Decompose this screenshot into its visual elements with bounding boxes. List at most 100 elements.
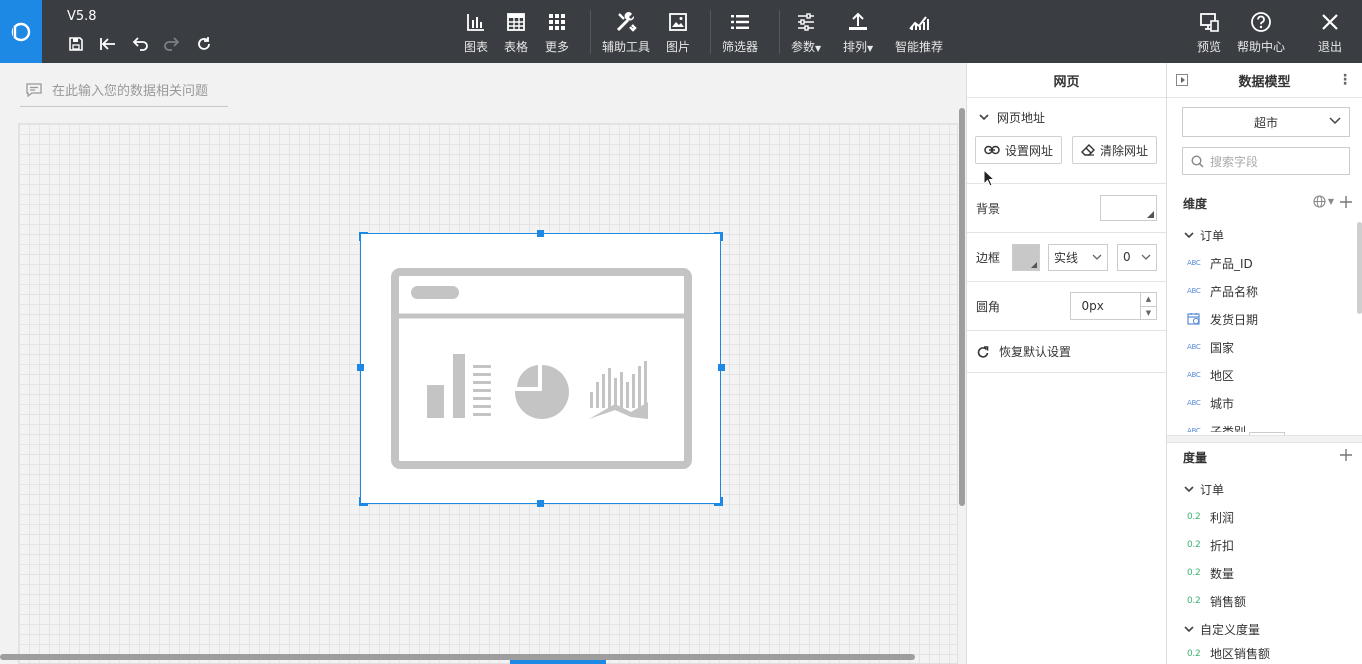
more-options-icon[interactable]: ⋮ [1338, 72, 1352, 88]
smart-recommend-button[interactable]: 智能推荐 [895, 0, 943, 63]
text-type-icon: ABC [1187, 371, 1201, 379]
dropdown-caret-icon: ▼ [815, 44, 822, 53]
resize-handle[interactable] [718, 364, 725, 371]
list-item[interactable]: ABC 地区 [1167, 361, 1362, 389]
link-icon [984, 145, 1000, 155]
preview-button[interactable]: 预览 [1197, 0, 1221, 63]
ask-question-input[interactable]: 在此输入您的数据相关问题 [20, 73, 228, 107]
resize-handle[interactable] [714, 497, 723, 506]
add-icon[interactable] [1340, 449, 1352, 461]
webpage-widget[interactable] [360, 233, 721, 504]
number-type-icon: 0.2 [1187, 540, 1201, 550]
border-style-select[interactable]: 实线 [1048, 243, 1108, 271]
list-item[interactable]: 发货日期 [1167, 305, 1362, 333]
refresh-icon[interactable] [192, 34, 216, 54]
list-item[interactable]: 0.2 销售额 [1167, 587, 1362, 615]
image-button[interactable]: 图片 [666, 0, 690, 63]
eraser-icon [1081, 144, 1096, 156]
undo-icon[interactable] [128, 34, 152, 54]
resize-handle[interactable] [537, 500, 544, 507]
list-item[interactable]: 0.2 数量 [1167, 559, 1362, 587]
measures-header: 度量 [1167, 441, 1362, 473]
smart-recommend-label: 智能推荐 [895, 40, 944, 54]
resize-handle[interactable] [537, 230, 544, 237]
more-button[interactable]: 更多 [545, 0, 569, 63]
app-version: V5.8 [67, 9, 97, 24]
help-icon [1251, 12, 1271, 32]
list-item[interactable]: ABC 产品_ID [1167, 249, 1362, 277]
arrange-label: 排列▼ [843, 40, 874, 54]
exit-back-icon[interactable] [96, 34, 120, 54]
measure-folder-custom[interactable]: 自定义度量 [1167, 615, 1362, 643]
sliders-icon [798, 13, 815, 31]
text-type-icon: ABC [1187, 427, 1201, 432]
stepper-down-icon[interactable]: ▼ [1141, 305, 1156, 320]
filter-label: 筛选器 [722, 40, 759, 54]
data-model-panel: 数据模型 ⋮ 超市 搜索字段 维度 ▼ 订单 ABC 产品_ID ABC 产品名称 … [1167, 63, 1362, 664]
assist-tools-button[interactable]: 辅助工具 [602, 0, 650, 63]
url-section-header[interactable]: 网页地址 [967, 98, 1166, 136]
reset-defaults-button[interactable]: 恢复默认设置 [967, 331, 1166, 373]
dimension-folder-orders[interactable]: 订单 [1167, 221, 1362, 249]
resize-handle[interactable] [357, 364, 364, 371]
ask-placeholder: 在此输入您的数据相关问题 [52, 84, 209, 99]
chart-button[interactable]: 图表 [464, 0, 488, 63]
image-label: 图片 [666, 40, 691, 54]
dropdown-caret-icon[interactable]: ▼ [1328, 197, 1334, 206]
chevron-down-icon [1184, 626, 1194, 633]
list-item[interactable]: ABC 产品名称 [1167, 277, 1362, 305]
resize-handle[interactable] [359, 232, 368, 241]
comment-icon [26, 82, 42, 97]
properties-title: 网页 [967, 63, 1166, 98]
table-label: 表格 [504, 40, 529, 54]
data-model-scrollbar[interactable] [1357, 222, 1362, 314]
list-item[interactable]: 0.2 折扣 [1167, 531, 1362, 559]
canvas-vertical-scrollbar[interactable] [959, 108, 965, 506]
help-center-label: 帮助中心 [1237, 40, 1286, 54]
list-item[interactable]: 0.2 地区销售额 [1167, 643, 1362, 664]
list-item[interactable]: ABC 子类别 [1167, 417, 1362, 433]
globe-icon[interactable] [1313, 195, 1326, 208]
clear-url-button[interactable]: 清除网址 [1072, 136, 1158, 164]
list-item[interactable]: ABC 国家 [1167, 333, 1362, 361]
exit-button[interactable]: 退出 [1318, 0, 1342, 63]
search-icon [1191, 154, 1204, 168]
measure-folder-orders[interactable]: 订单 [1167, 475, 1362, 503]
chevron-down-icon [1329, 117, 1341, 125]
reset-icon [977, 345, 989, 358]
arrange-button[interactable]: 排列▼ [843, 0, 873, 63]
list-item[interactable]: 0.2 利润 [1167, 503, 1362, 531]
number-type-icon: 0.2 [1187, 568, 1201, 578]
canvas-horizontal-scrollbar[interactable] [0, 654, 915, 660]
app-logo[interactable] [0, 0, 42, 63]
resize-handle[interactable] [714, 232, 723, 241]
radius-stepper[interactable]: 0px ▲ ▼ [1070, 292, 1157, 320]
preview-label: 预览 [1197, 40, 1222, 54]
dimension-list: ABC 产品_ID ABC 产品名称 发货日期 ABC 国家 ABC 地区 ABC 城市 … [1167, 249, 1362, 433]
border-color-picker[interactable] [1012, 243, 1040, 271]
resize-handle[interactable] [359, 497, 368, 506]
border-row: 边框 实线 0 [967, 233, 1166, 282]
table-button[interactable]: 表格 [504, 0, 528, 63]
add-icon[interactable] [1340, 195, 1352, 208]
collapse-panel-icon[interactable] [1176, 74, 1188, 86]
active-page-indicator[interactable] [510, 660, 606, 664]
redo-icon[interactable] [160, 34, 184, 54]
toolbar-divider [590, 10, 591, 54]
field-search-input[interactable]: 搜索字段 [1182, 147, 1350, 175]
filter-button[interactable]: 筛选器 [722, 0, 758, 63]
set-url-button[interactable]: 设置网址 [975, 136, 1063, 164]
stepper-up-icon[interactable]: ▲ [1141, 293, 1156, 306]
number-type-icon: 0.2 [1187, 648, 1201, 659]
save-icon[interactable] [64, 34, 88, 54]
help-center-button[interactable]: 帮助中心 [1237, 0, 1285, 63]
background-color-picker[interactable] [1100, 195, 1157, 221]
chart-label: 图表 [464, 40, 489, 54]
dataset-select[interactable]: 超市 [1182, 107, 1350, 137]
chevron-down-icon [1184, 232, 1194, 239]
border-label: 边框 [976, 250, 1001, 265]
params-button[interactable]: 参数▼ [791, 0, 821, 63]
border-width-select[interactable]: 0 [1117, 243, 1157, 271]
list-item[interactable]: ABC 城市 [1167, 389, 1362, 417]
bar-chart-icon [467, 14, 484, 31]
